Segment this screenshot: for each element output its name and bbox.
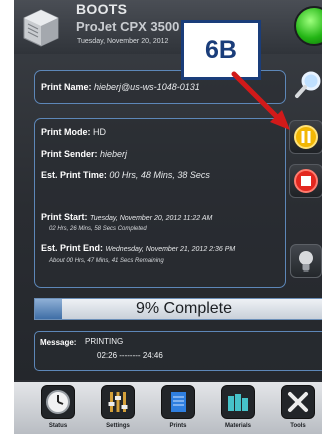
printer-name: BOOTS [76, 1, 128, 17]
toolbar-settings-label: Settings [106, 423, 130, 429]
message-label: Message: [40, 338, 77, 347]
elapsed-time: 02:26 [97, 351, 118, 360]
printer-app: BOOTS ProJet CPX 3500 Tuesday, November … [14, 0, 322, 434]
message-timer: 02:26 -------- 24:46 [97, 351, 163, 360]
est-print-end-label: Est. Print End: [41, 243, 104, 253]
print-progress-text: 9% Complete [135, 300, 233, 317]
print-name-value: hieberj@us-ws-1048-0131 [94, 82, 200, 92]
message-panel: Message: PRINTING 02:26 -------- 24:46 [34, 331, 322, 371]
print-start-completed: 02 Hrs, 26 Mins, 58 Secs Completed [49, 226, 147, 232]
app-header: BOOTS ProJet CPX 3500 Tuesday, November … [14, 0, 322, 54]
est-print-time-value: 00 Hrs, 48 Mins, 38 Secs [109, 170, 210, 180]
status-indicator-icon [294, 6, 322, 46]
stop-icon [294, 169, 318, 193]
printer-model: ProJet CPX 3500 [76, 19, 180, 34]
print-mode-value: HD [93, 127, 107, 137]
print-end-remaining: About 00 Hrs, 47 Mins, 41 Secs Remaining [49, 258, 164, 264]
bottom-toolbar: Status Settings Prints Materials Tools [14, 382, 322, 434]
print-start-row: Print Start: Tuesday, November 20, 2012 … [41, 212, 212, 222]
status-screen: BOOTS ProJet CPX 3500 Tuesday, November … [14, 0, 322, 380]
materials-icon [221, 385, 255, 419]
print-sender-label: Print Sender: [41, 149, 98, 159]
tools-icon [281, 385, 315, 419]
light-button[interactable] [290, 244, 322, 278]
toolbar-prints-button[interactable]: Prints [158, 385, 198, 433]
printer-icon [23, 9, 59, 47]
print-name-row: Print Name: hieberj@us-ws-1048-0131 [41, 82, 200, 92]
toolbar-tools-label: Tools [290, 423, 306, 429]
toolbar-tools-button[interactable]: Tools [278, 385, 318, 433]
toolbar-materials-label: Materials [224, 423, 251, 429]
print-sender-value: hieberj [100, 149, 128, 159]
toolbar-prints-label: Prints [169, 423, 187, 429]
timer-separator: -------- [119, 351, 141, 360]
print-sender-row: Print Sender: hieberj [41, 149, 127, 159]
toolbar-status-button[interactable]: Status [38, 385, 78, 433]
print-start-value: Tuesday, November 20, 2012 11:22 AM [90, 215, 213, 222]
est-print-end-row: Est. Print End: Wednesday, November 21, … [41, 243, 235, 253]
message-status: PRINTING [85, 337, 124, 346]
print-name-label: Print Name: [41, 82, 92, 92]
print-progress-bar: 9% Complete [34, 298, 322, 320]
toolbar-status-label: Status [48, 423, 68, 429]
total-time: 24:46 [142, 351, 163, 360]
print-mode-label: Print Mode: [41, 127, 91, 137]
stop-button[interactable] [289, 164, 322, 198]
toolbar-settings-button[interactable]: Settings [98, 385, 138, 433]
callout-label: 6B [205, 35, 237, 64]
toolbar-materials-button[interactable]: Materials [218, 385, 258, 433]
prints-icon [161, 385, 195, 419]
sliders-icon [101, 385, 135, 419]
callout-arrow-icon [231, 71, 290, 130]
print-start-label: Print Start: [41, 212, 88, 222]
light-bulb-icon [299, 251, 313, 272]
est-print-end-value: Wednesday, November 21, 2012 2:36 PM [105, 246, 236, 253]
print-mode-row: Print Mode: HD [41, 127, 106, 137]
header-date: Tuesday, November 20, 2012 [77, 38, 169, 45]
clock-icon [41, 385, 75, 419]
print-details-panel: Print Mode: HD Print Sender: hieberj Est… [34, 118, 286, 288]
est-print-time-row: Est. Print Time: 00 Hrs, 48 Mins, 38 Sec… [41, 170, 210, 180]
est-print-time-label: Est. Print Time: [41, 170, 107, 180]
